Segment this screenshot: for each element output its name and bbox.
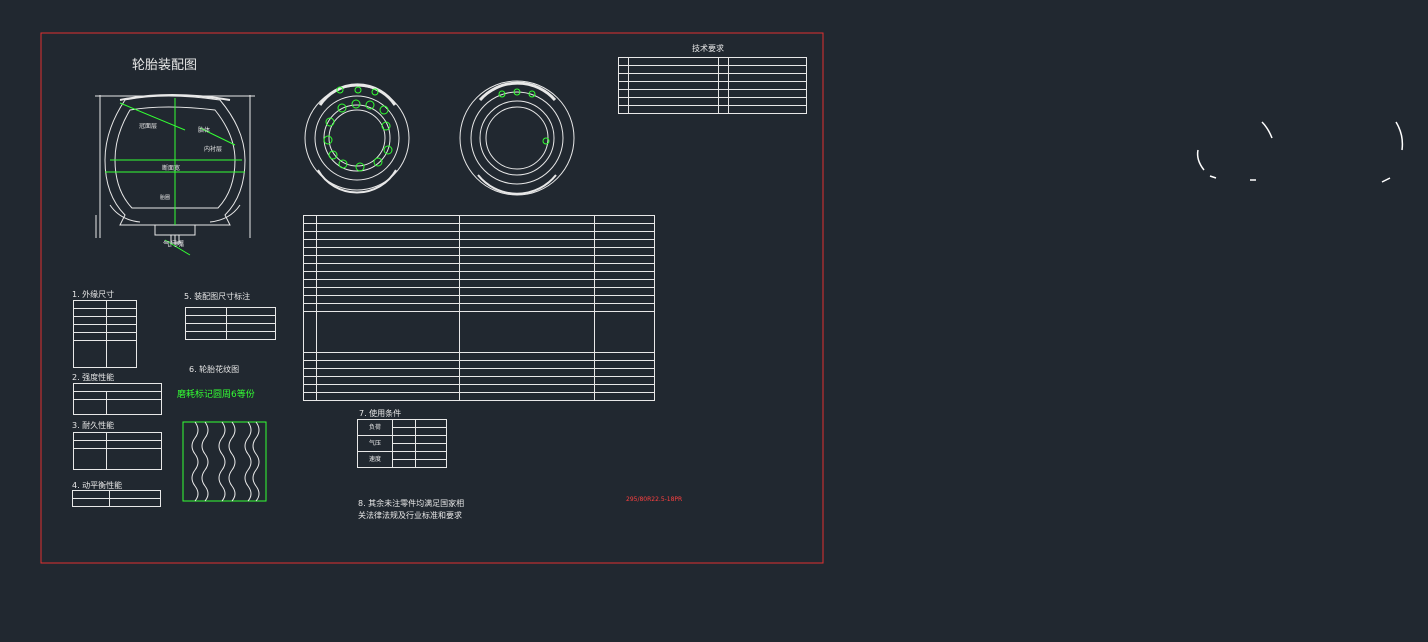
sidewall-view-left: [304, 83, 410, 194]
balance-table: [72, 490, 161, 507]
parameter-table: [303, 215, 655, 401]
tire-dimension-lines: [105, 98, 245, 256]
section-assembly-dims: 5. 装配图尺寸标注: [184, 292, 251, 301]
label-crown: 冠面层: [139, 123, 158, 130]
section-endurance: 3. 耐久性能: [72, 421, 115, 430]
strength-table: [73, 383, 162, 415]
sidewall-markers-left: [323, 86, 393, 172]
tread-note: 磨耗标记圆周6等份: [177, 390, 255, 400]
outer-dims-table: [73, 300, 137, 368]
assembly-dims-table: [185, 307, 276, 340]
tread-pattern: [182, 421, 267, 502]
section-outer-dims: 1. 外缘尺寸: [72, 290, 115, 299]
label-sidewall: 胎体: [198, 127, 211, 134]
label-bead: 胎圈: [160, 195, 171, 201]
detail-fragments: [1196, 121, 1404, 183]
sidewall-view-right: [459, 80, 575, 196]
model-code: 295/80R22.5-18PR: [626, 496, 683, 503]
usage-table: 负荷 气压 速度: [357, 419, 447, 468]
label-section: 断面宽: [162, 165, 181, 172]
label-valve: 气门嘴: [163, 240, 184, 248]
tech-requirements-table: [618, 57, 807, 114]
section-tread: 6. 轮胎花纹图: [189, 365, 240, 374]
label-inner-liner: 内衬层: [204, 146, 223, 153]
usage-load: 负荷: [357, 419, 393, 436]
note-line-2: 关法律法规及行业标准和要求: [358, 511, 462, 520]
usage-speed: 速度: [357, 451, 393, 468]
tech-requirements-title: 技术要求: [692, 44, 724, 53]
note-line-1: 8. 其余未注零件均满足国家相: [358, 499, 465, 508]
section-strength: 2. 强度性能: [72, 373, 115, 382]
sidewall-markers-right: [498, 88, 550, 145]
drawing-title: 轮胎装配图: [132, 58, 198, 73]
usage-pressure: 气压: [357, 435, 393, 452]
section-usage: 7. 使用条件: [359, 409, 402, 418]
endurance-table: [73, 432, 162, 470]
